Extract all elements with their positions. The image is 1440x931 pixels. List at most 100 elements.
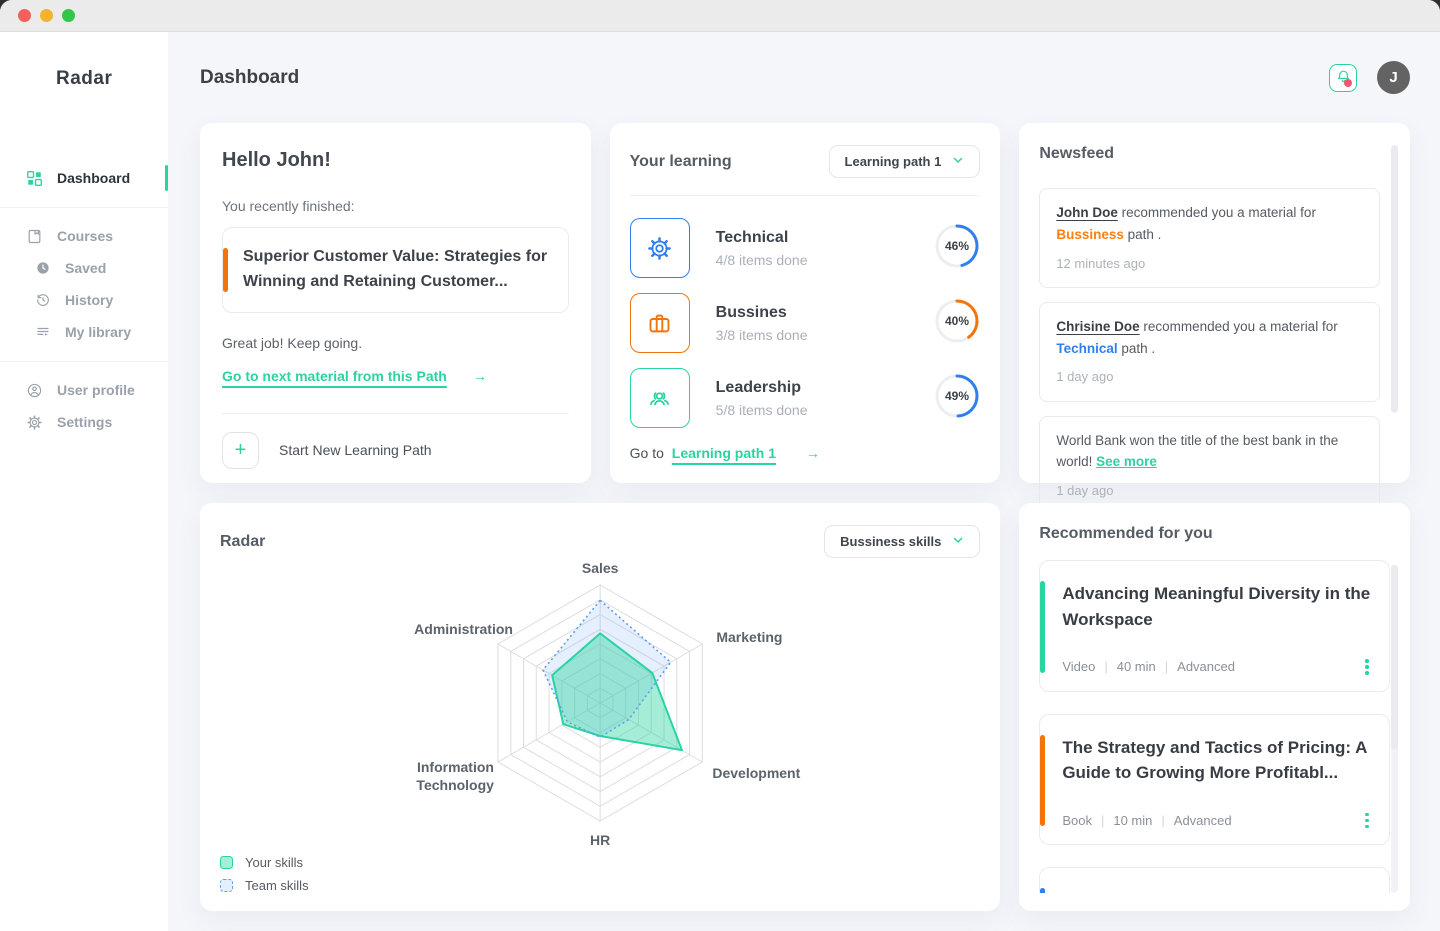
dashboard-grid-icon xyxy=(26,170,43,187)
learning-row-leadership[interactable]: Leadership5/8 items done49% xyxy=(630,368,981,428)
sidebar-item-user-profile[interactable]: User profile xyxy=(0,374,168,406)
sidebar-item-history[interactable]: History xyxy=(0,284,168,316)
learning-category-name: Technical xyxy=(716,229,935,247)
svg-text:40%: 40% xyxy=(945,314,969,328)
radar-header: Radar Bussiness skills xyxy=(220,525,980,558)
progress-ring: 46% xyxy=(934,223,980,274)
your-learning-header: Your learning Learning path 1 xyxy=(630,145,981,178)
page-title: Dashboard xyxy=(200,67,299,89)
progress-ring: 40% xyxy=(934,298,980,349)
sidebar-item-saved[interactable]: Saved xyxy=(0,252,168,284)
svg-text:InformationTechnology: InformationTechnology xyxy=(416,759,494,793)
newsfeed-card: Newsfeed John Doe recommended you a mate… xyxy=(1019,123,1410,483)
greeting-title: Hello John! xyxy=(222,149,569,172)
newsfeed-user-link[interactable]: Chrisine Doe xyxy=(1056,319,1139,334)
book-icon xyxy=(26,228,43,245)
sidebar-divider xyxy=(0,361,168,362)
svg-text:Development: Development xyxy=(712,765,800,781)
page-header: Dashboard J xyxy=(200,32,1410,123)
legend-swatch xyxy=(220,856,233,869)
newsfeed-user-link[interactable]: John Doe xyxy=(1056,205,1118,220)
start-new-path-button[interactable]: + xyxy=(222,432,259,469)
goto-learning-path-link[interactable]: Learning path 1 xyxy=(672,445,776,461)
avatar[interactable]: J xyxy=(1377,61,1410,94)
newsfeed-item[interactable]: World Bank won the title of the best ban… xyxy=(1039,416,1380,516)
recently-finished-item[interactable]: Superior Customer Value: Strategies for … xyxy=(222,227,569,313)
maximize-window-button[interactable] xyxy=(62,9,75,22)
sidebar-item-settings[interactable]: Settings xyxy=(0,406,168,438)
learning-row-bussines[interactable]: Bussines3/8 items done40% xyxy=(630,293,981,353)
recommended-item[interactable]: Advancing Meaningful Diversity in the Wo… xyxy=(1039,560,1390,692)
app-window: Radar Dashboard Courses Saved History My lib… xyxy=(0,0,1440,931)
newsfeed-timestamp: 12 minutes ago xyxy=(1056,253,1363,274)
titlebar xyxy=(0,0,1440,32)
learning-progress-text: 3/8 items done xyxy=(716,327,935,343)
learning-progress-text: 4/8 items done xyxy=(716,252,935,268)
legend-item: Your skills xyxy=(220,855,309,870)
newsfeed-title: Newsfeed xyxy=(1039,145,1380,163)
recommended-item[interactable]: Designing Web Apps xyxy=(1039,867,1390,893)
newsfeed-item[interactable]: John Doe recommended you a material for … xyxy=(1039,188,1380,288)
newsfeed-text: recommended you a material for xyxy=(1118,205,1316,220)
accent-bar xyxy=(1040,735,1045,827)
kebab-menu-icon[interactable] xyxy=(1363,657,1371,677)
recommended-item-title: Designing Web Apps xyxy=(1062,888,1371,893)
user-icon xyxy=(26,382,43,399)
newsfeed-text: Technical xyxy=(1056,341,1117,356)
your-learning-title: Your learning xyxy=(630,153,732,171)
radar-title: Radar xyxy=(220,533,265,551)
see-more-link[interactable]: See more xyxy=(1096,454,1157,469)
accent-bar xyxy=(223,248,228,292)
kebab-menu-icon[interactable] xyxy=(1363,811,1371,831)
accent-bar xyxy=(1040,581,1045,673)
meta-value: 10 min xyxy=(1113,813,1152,828)
library-list-icon xyxy=(34,324,51,341)
chevron-down-icon xyxy=(952,534,964,549)
accent-bar xyxy=(1040,888,1045,893)
recommended-item[interactable]: The Strategy and Tactics of Pricing: A G… xyxy=(1039,714,1390,846)
sidebar-nav: Dashboard Courses Saved History My library Us… xyxy=(0,162,168,438)
sidebar-item-my-library[interactable]: My library xyxy=(0,316,168,348)
newsfeed-text: recommended you a material for xyxy=(1140,319,1338,334)
encouragement-text: Great job! Keep going. xyxy=(222,335,569,351)
legend-swatch xyxy=(220,879,233,892)
sidebar-item-courses[interactable]: Courses xyxy=(0,220,168,252)
radar-chart: SalesMarketingDevelopmentHRInformationTe… xyxy=(200,503,1000,911)
next-material-link[interactable]: Go to next material from this Path→ xyxy=(222,368,487,384)
learning-rows: Technical4/8 items done46%Bussines3/8 it… xyxy=(630,218,981,428)
learning-progress-text: 5/8 items done xyxy=(716,402,935,418)
learning-path-dropdown[interactable]: Learning path 1 xyxy=(829,145,981,178)
meta-value: Video xyxy=(1062,659,1095,674)
people-icon xyxy=(630,368,690,428)
close-window-button[interactable] xyxy=(18,9,31,22)
newsfeed-text: path . xyxy=(1118,341,1156,356)
recommended-item-meta: Book|10 min|Advanced xyxy=(1062,811,1371,831)
goto-path-row: Go to Learning path 1 → xyxy=(630,445,981,461)
notifications-button[interactable] xyxy=(1329,64,1357,92)
recommended-item-title: The Strategy and Tactics of Pricing: A G… xyxy=(1062,735,1371,786)
sidebar-item-dashboard[interactable]: Dashboard xyxy=(0,162,168,194)
sidebar-item-label: History xyxy=(65,292,113,308)
sidebar: Radar Dashboard Courses Saved History My lib… xyxy=(0,32,168,931)
recommended-scrollbar[interactable] xyxy=(1391,565,1398,749)
newsfeed-scrollbar[interactable] xyxy=(1391,145,1398,413)
sidebar-item-label: Courses xyxy=(57,228,113,244)
skills-dropdown[interactable]: Bussiness skills xyxy=(824,525,980,558)
clock-filled-icon xyxy=(34,260,51,277)
divider xyxy=(222,413,569,414)
learning-row-technical[interactable]: Technical 4/8 items done46% xyxy=(630,218,981,278)
finished-item-title: Superior Customer Value: Strategies for … xyxy=(243,245,548,295)
app-body: Radar Dashboard Courses Saved History My lib… xyxy=(0,32,1440,931)
minimize-window-button[interactable] xyxy=(40,9,53,22)
gear-icon xyxy=(26,414,43,431)
arrow-right-icon: → xyxy=(806,445,820,461)
newsfeed-text: Bussiness xyxy=(1056,227,1124,242)
newsfeed-text: path . xyxy=(1124,227,1162,242)
svg-text:Marketing: Marketing xyxy=(716,629,782,645)
notification-badge xyxy=(1344,79,1352,87)
recommended-title: Recommended for you xyxy=(1039,525,1390,543)
legend-label: Your skills xyxy=(245,855,303,870)
sidebar-item-label: Dashboard xyxy=(57,170,130,186)
app-logo: Radar xyxy=(56,68,168,90)
newsfeed-item[interactable]: Chrisine Doe recommended you a material … xyxy=(1039,302,1380,402)
